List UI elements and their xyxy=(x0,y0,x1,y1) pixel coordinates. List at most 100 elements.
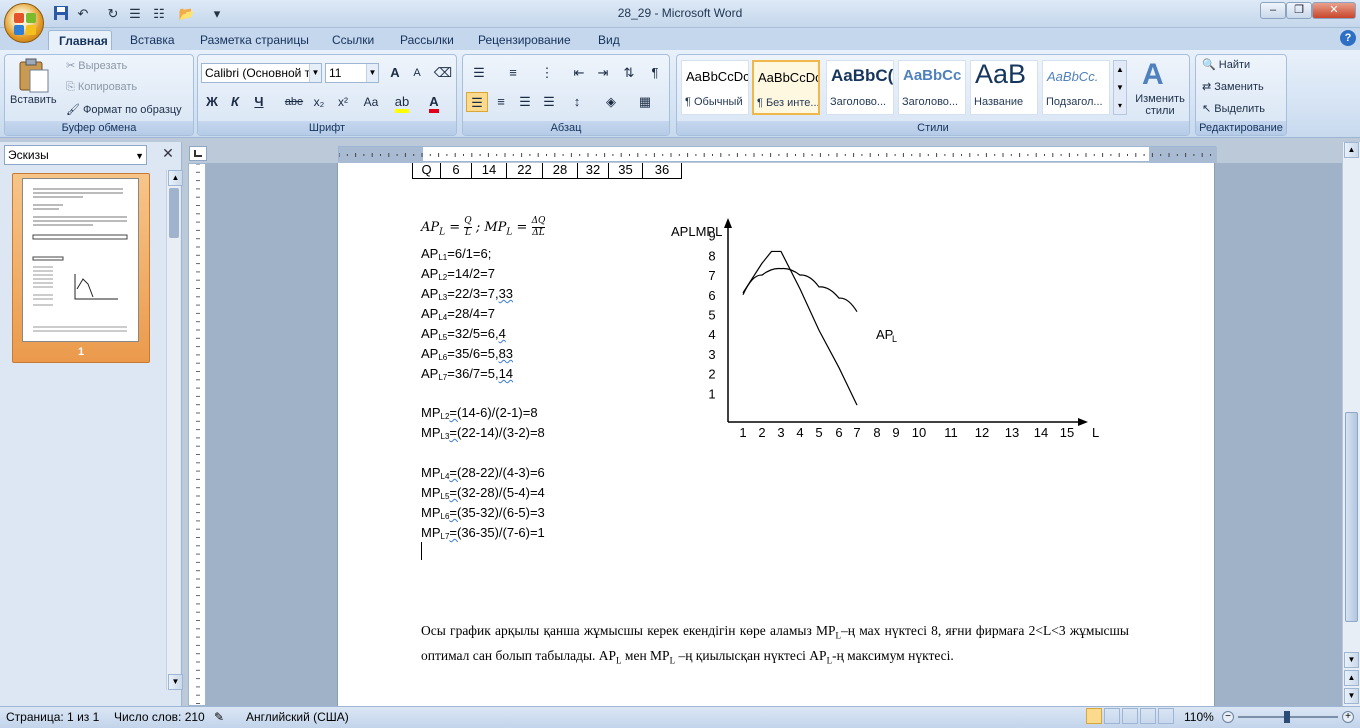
tab-mailings[interactable]: Рассылки xyxy=(390,30,464,50)
borders-icon[interactable]: ▦ xyxy=(634,92,656,112)
spelling-icon[interactable]: ✎ xyxy=(214,710,224,724)
pane-close-icon[interactable]: ✕ xyxy=(160,144,176,162)
subscript-button[interactable]: x₂ xyxy=(308,92,330,112)
bullets-icon[interactable]: ☰ xyxy=(468,63,490,83)
paste-icon[interactable] xyxy=(16,58,50,94)
superscript-button[interactable]: x² xyxy=(332,92,354,112)
zoom-out-icon[interactable]: − xyxy=(1222,711,1234,723)
style-normal[interactable]: AaBbCcDc ¶ Обычный xyxy=(681,60,749,115)
next-page-icon[interactable]: ▼ xyxy=(1344,688,1359,704)
tab-insert[interactable]: Вставка xyxy=(120,30,185,50)
bold-button[interactable]: Ж xyxy=(201,92,223,112)
style-no-spacing[interactable]: AaBbCcDc ¶ Без инте... xyxy=(752,60,820,115)
document-line[interactable]: APL7=36/7=5,14 xyxy=(421,366,513,382)
paste-button[interactable]: Вставить xyxy=(10,94,57,106)
horizontal-ruler[interactable] xyxy=(338,146,1217,163)
office-button[interactable] xyxy=(4,3,44,43)
select-button[interactable]: ↖ Выделить xyxy=(1202,102,1265,115)
font-name-combo[interactable]: Calibri (Основной те ▼ xyxy=(201,63,322,83)
formula-equation[interactable]: APL = QL ; MPL = ΔQ ΔL xyxy=(421,216,546,246)
multilevel-list-icon[interactable]: ⋮ xyxy=(536,63,558,83)
highlight-icon[interactable]: ab xyxy=(391,92,413,113)
increase-indent-icon[interactable]: ⇥ xyxy=(592,63,614,83)
change-case-button[interactable]: Aa xyxy=(357,92,385,112)
zoom-level[interactable]: 110% xyxy=(1184,710,1214,724)
shading-icon[interactable]: ◈ xyxy=(600,92,622,112)
chevron-down-icon[interactable]: ▼ xyxy=(366,64,378,82)
document-line[interactable]: APL4=28/4=7 xyxy=(421,306,495,322)
copy-button[interactable]: ⎘ Копировать xyxy=(66,81,137,94)
table-cell[interactable]: 32 xyxy=(577,163,609,179)
pilcrow-icon[interactable]: ¶ xyxy=(644,63,666,83)
tab-references[interactable]: Ссылки xyxy=(322,30,384,50)
document-line[interactable]: APL1=6/1=6; xyxy=(421,246,491,262)
format-painter-button[interactable]: 🖌 Формат по образцу xyxy=(66,103,182,116)
full-screen-view-icon[interactable] xyxy=(1104,708,1120,724)
tab-view[interactable]: Вид xyxy=(588,30,630,50)
style-subtitle[interactable]: AaBbCc. Подзагол... xyxy=(1042,60,1110,115)
change-styles-icon[interactable]: A xyxy=(1142,58,1164,92)
cut-button[interactable]: ✂ Вырезать xyxy=(66,59,127,72)
line-spacing-icon[interactable]: ↕ xyxy=(566,92,588,112)
change-styles-button[interactable]: Изменить стили xyxy=(1132,93,1188,117)
table-cell[interactable]: 35 xyxy=(608,163,643,179)
language-indicator[interactable]: Английский (США) xyxy=(246,710,349,724)
chevron-down-icon[interactable]: ▼ xyxy=(309,64,321,82)
italic-button[interactable]: К xyxy=(224,92,246,112)
outline-view-icon[interactable] xyxy=(1140,708,1156,724)
align-left-icon[interactable]: ☰ xyxy=(466,92,488,112)
scroll-down-icon[interactable]: ▼ xyxy=(1344,652,1359,668)
zoom-slider-thumb[interactable] xyxy=(1284,711,1290,723)
document-line[interactable]: MPL6=(35-32)/(6-5)=3 xyxy=(421,505,545,521)
document-line[interactable]: APL3=22/3=7,33 xyxy=(421,286,513,302)
table-cell[interactable]: 36 xyxy=(642,163,682,179)
underline-button[interactable]: Ч xyxy=(248,92,270,112)
styles-scroll-icon[interactable]: ▲ ▼ ▾ xyxy=(1113,60,1127,115)
align-right-icon[interactable]: ☰ xyxy=(514,92,536,112)
document-line[interactable]: MPL5=(32-28)/(5-4)=4 xyxy=(421,485,545,501)
sort-icon[interactable]: ⇅ xyxy=(618,63,640,83)
tab-page-layout[interactable]: Разметка страницы xyxy=(190,30,319,50)
grow-font-button[interactable]: A xyxy=(384,63,406,83)
tab-review[interactable]: Рецензирование xyxy=(468,30,581,50)
chevron-down-icon[interactable]: ▼ xyxy=(135,147,144,165)
document-line[interactable]: APL5=32/5=6,4 xyxy=(421,326,506,342)
shrink-font-button[interactable]: A xyxy=(406,63,428,83)
pane-scroll-thumb[interactable] xyxy=(169,188,179,238)
font-size-combo[interactable]: 11 ▼ xyxy=(325,63,379,83)
decrease-indent-icon[interactable]: ⇤ xyxy=(568,63,590,83)
pane-scrollbar[interactable]: ▲ ▼ xyxy=(166,170,183,690)
style-heading-1[interactable]: AaBbC( Заголово... xyxy=(826,60,894,115)
clear-format-icon[interactable]: ⌫ xyxy=(432,63,454,83)
help-icon[interactable]: ? xyxy=(1340,30,1356,46)
scroll-thumb[interactable] xyxy=(1345,412,1358,622)
print-layout-view-icon[interactable] xyxy=(1086,708,1102,724)
previous-page-icon[interactable]: ▲ xyxy=(1344,670,1359,686)
table-cell[interactable]: 22 xyxy=(506,163,543,179)
style-heading-2[interactable]: AaBbCc Заголово... xyxy=(898,60,966,115)
table-cell[interactable]: 28 xyxy=(542,163,578,179)
vertical-scrollbar[interactable]: ▲ ▼ ▲ ▼ xyxy=(1342,142,1360,706)
close-button[interactable]: ✕ xyxy=(1312,2,1356,19)
find-button[interactable]: 🔍 Найти xyxy=(1202,58,1250,71)
document-line[interactable]: MPL4=(28-22)/(4-3)=6 xyxy=(421,465,545,481)
document-line[interactable]: MPL3=(22-14)/(3-2)=8 xyxy=(421,425,545,441)
numbering-icon[interactable]: ≡ xyxy=(502,63,524,83)
strikethrough-button[interactable]: abe xyxy=(283,92,305,112)
maximize-button[interactable]: ❐ xyxy=(1286,2,1312,19)
document-line[interactable]: APL2=14/2=7 xyxy=(421,266,495,282)
document-line[interactable]: APL6=35/6=5,83 xyxy=(421,346,513,362)
web-layout-view-icon[interactable] xyxy=(1122,708,1138,724)
replace-button[interactable]: ⇄ Заменить xyxy=(1202,80,1264,93)
zoom-in-icon[interactable]: + xyxy=(1342,711,1354,723)
vertical-ruler[interactable] xyxy=(188,163,206,728)
word-count[interactable]: Число слов: 210 xyxy=(114,710,205,724)
font-color-icon[interactable]: A xyxy=(423,92,445,113)
scroll-up-icon[interactable]: ▲ xyxy=(1344,142,1359,158)
scroll-down-icon[interactable]: ▼ xyxy=(168,674,183,690)
table-cell[interactable]: Q xyxy=(412,163,441,179)
minimize-button[interactable]: – xyxy=(1260,2,1286,19)
table-cell[interactable]: 14 xyxy=(471,163,507,179)
draft-view-icon[interactable] xyxy=(1158,708,1174,724)
page-indicator[interactable]: Страница: 1 из 1 xyxy=(6,710,99,724)
